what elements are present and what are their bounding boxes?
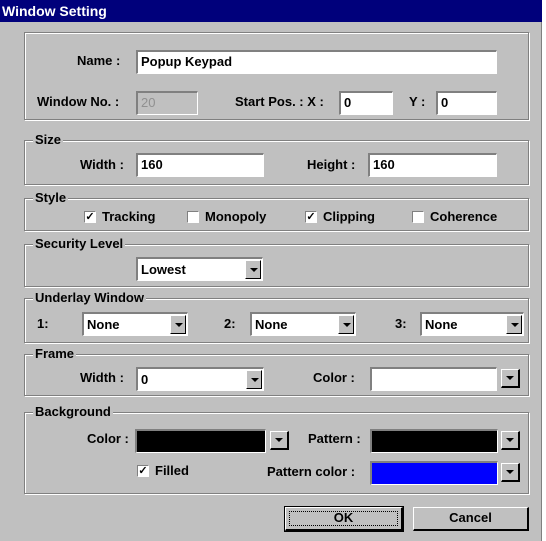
underlay-legend: Underlay Window (33, 290, 146, 306)
underlay-1-label: 1: (37, 316, 49, 331)
general-group: Name : Popup Keypad Window No. : 20 Star… (24, 32, 529, 120)
underlay-1-value: None (87, 317, 120, 332)
style-group: Style ✓ Tracking Monopoly ✓ Clipping Coh… (24, 190, 529, 231)
start-y-field[interactable]: 0 (436, 91, 497, 115)
filled-checkbox[interactable]: ✓ (137, 465, 149, 477)
background-color-swatch[interactable] (135, 429, 266, 453)
pattern-swatch[interactable] (370, 429, 498, 453)
coherence-label: Coherence (430, 209, 498, 224)
monopoly-checkbox[interactable] (187, 211, 199, 223)
background-color-label: Color : (87, 431, 129, 446)
chevron-down-icon[interactable] (270, 431, 289, 450)
pattern-label: Pattern : (308, 431, 361, 446)
dialog-title: Window Setting (0, 0, 542, 22)
pattern-color-fill (372, 463, 497, 484)
size-legend: Size (33, 132, 64, 148)
underlay-3-label: 3: (395, 316, 407, 331)
size-group: Size Width : 160 Height : 160 (24, 132, 529, 185)
window-setting-dialog: Window Setting Name : Popup Keypad Windo… (0, 0, 542, 541)
background-group: Background Color : Pattern : ✓ Filled Pa… (24, 404, 529, 494)
check-icon: ✓ (138, 465, 148, 477)
monopoly-label: Monopoly (205, 209, 267, 224)
chevron-down-icon[interactable] (245, 260, 261, 279)
frame-color-swatch[interactable] (370, 367, 497, 391)
underlay-1-select[interactable]: None (82, 312, 188, 336)
size-height-field[interactable]: 160 (368, 153, 497, 177)
ok-button[interactable]: OK (284, 506, 404, 532)
pattern-fill (372, 431, 497, 452)
frame-width-value: 0 (141, 372, 149, 387)
name-label: Name : (77, 53, 121, 68)
pattern-color-swatch[interactable] (370, 461, 498, 485)
tracking-checkbox[interactable]: ✓ (84, 211, 96, 223)
style-legend: Style (33, 190, 69, 206)
filled-label: Filled (155, 463, 189, 478)
clipping-checkbox[interactable]: ✓ (305, 211, 317, 223)
window-no-label: Window No. : (37, 94, 120, 109)
security-legend: Security Level (33, 236, 126, 252)
underlay-3-value: None (425, 317, 458, 332)
clipping-label: Clipping (323, 209, 375, 224)
chevron-down-icon[interactable] (501, 431, 520, 450)
window-no-field: 20 (136, 91, 198, 115)
chevron-down-icon[interactable] (246, 370, 262, 389)
underlay-3-select[interactable]: None (420, 312, 524, 336)
check-icon: ✓ (306, 211, 316, 223)
underlay-2-select[interactable]: None (250, 312, 356, 336)
background-legend: Background (33, 404, 113, 420)
security-level-value: Lowest (141, 262, 186, 277)
frame-group: Frame Width : 0 Color : (24, 346, 529, 396)
ok-label: OK (333, 510, 354, 525)
size-width-label: Width : (80, 157, 124, 172)
chevron-down-icon[interactable] (501, 369, 520, 388)
chevron-down-icon[interactable] (338, 315, 354, 334)
frame-width-label: Width : (80, 370, 124, 385)
frame-color-fill (372, 369, 496, 390)
background-color-fill (137, 431, 265, 452)
frame-color-label: Color : (313, 370, 355, 385)
name-field[interactable]: Popup Keypad (136, 50, 497, 74)
coherence-checkbox[interactable] (412, 211, 424, 223)
underlay-2-label: 2: (224, 316, 236, 331)
cancel-button[interactable]: Cancel (413, 507, 529, 531)
start-pos-x-label: Start Pos. : X : (235, 94, 324, 109)
underlay-2-value: None (255, 317, 288, 332)
underlay-group: Underlay Window 1: None 2: None 3: None (24, 290, 529, 343)
frame-legend: Frame (33, 346, 77, 362)
chevron-down-icon[interactable] (506, 315, 522, 334)
pattern-color-label: Pattern color : (267, 464, 356, 479)
chevron-down-icon[interactable] (501, 463, 520, 482)
tracking-label: Tracking (102, 209, 156, 224)
check-icon: ✓ (85, 211, 95, 223)
cancel-label: Cancel (449, 510, 492, 525)
size-height-label: Height : (307, 157, 356, 172)
start-y-label: Y : (409, 94, 426, 109)
size-width-field[interactable]: 160 (136, 153, 264, 177)
security-group: Security Level Lowest (24, 236, 529, 287)
frame-width-select[interactable]: 0 (136, 367, 264, 391)
start-x-field[interactable]: 0 (339, 91, 393, 115)
security-level-select[interactable]: Lowest (136, 257, 263, 281)
chevron-down-icon[interactable] (170, 315, 186, 334)
